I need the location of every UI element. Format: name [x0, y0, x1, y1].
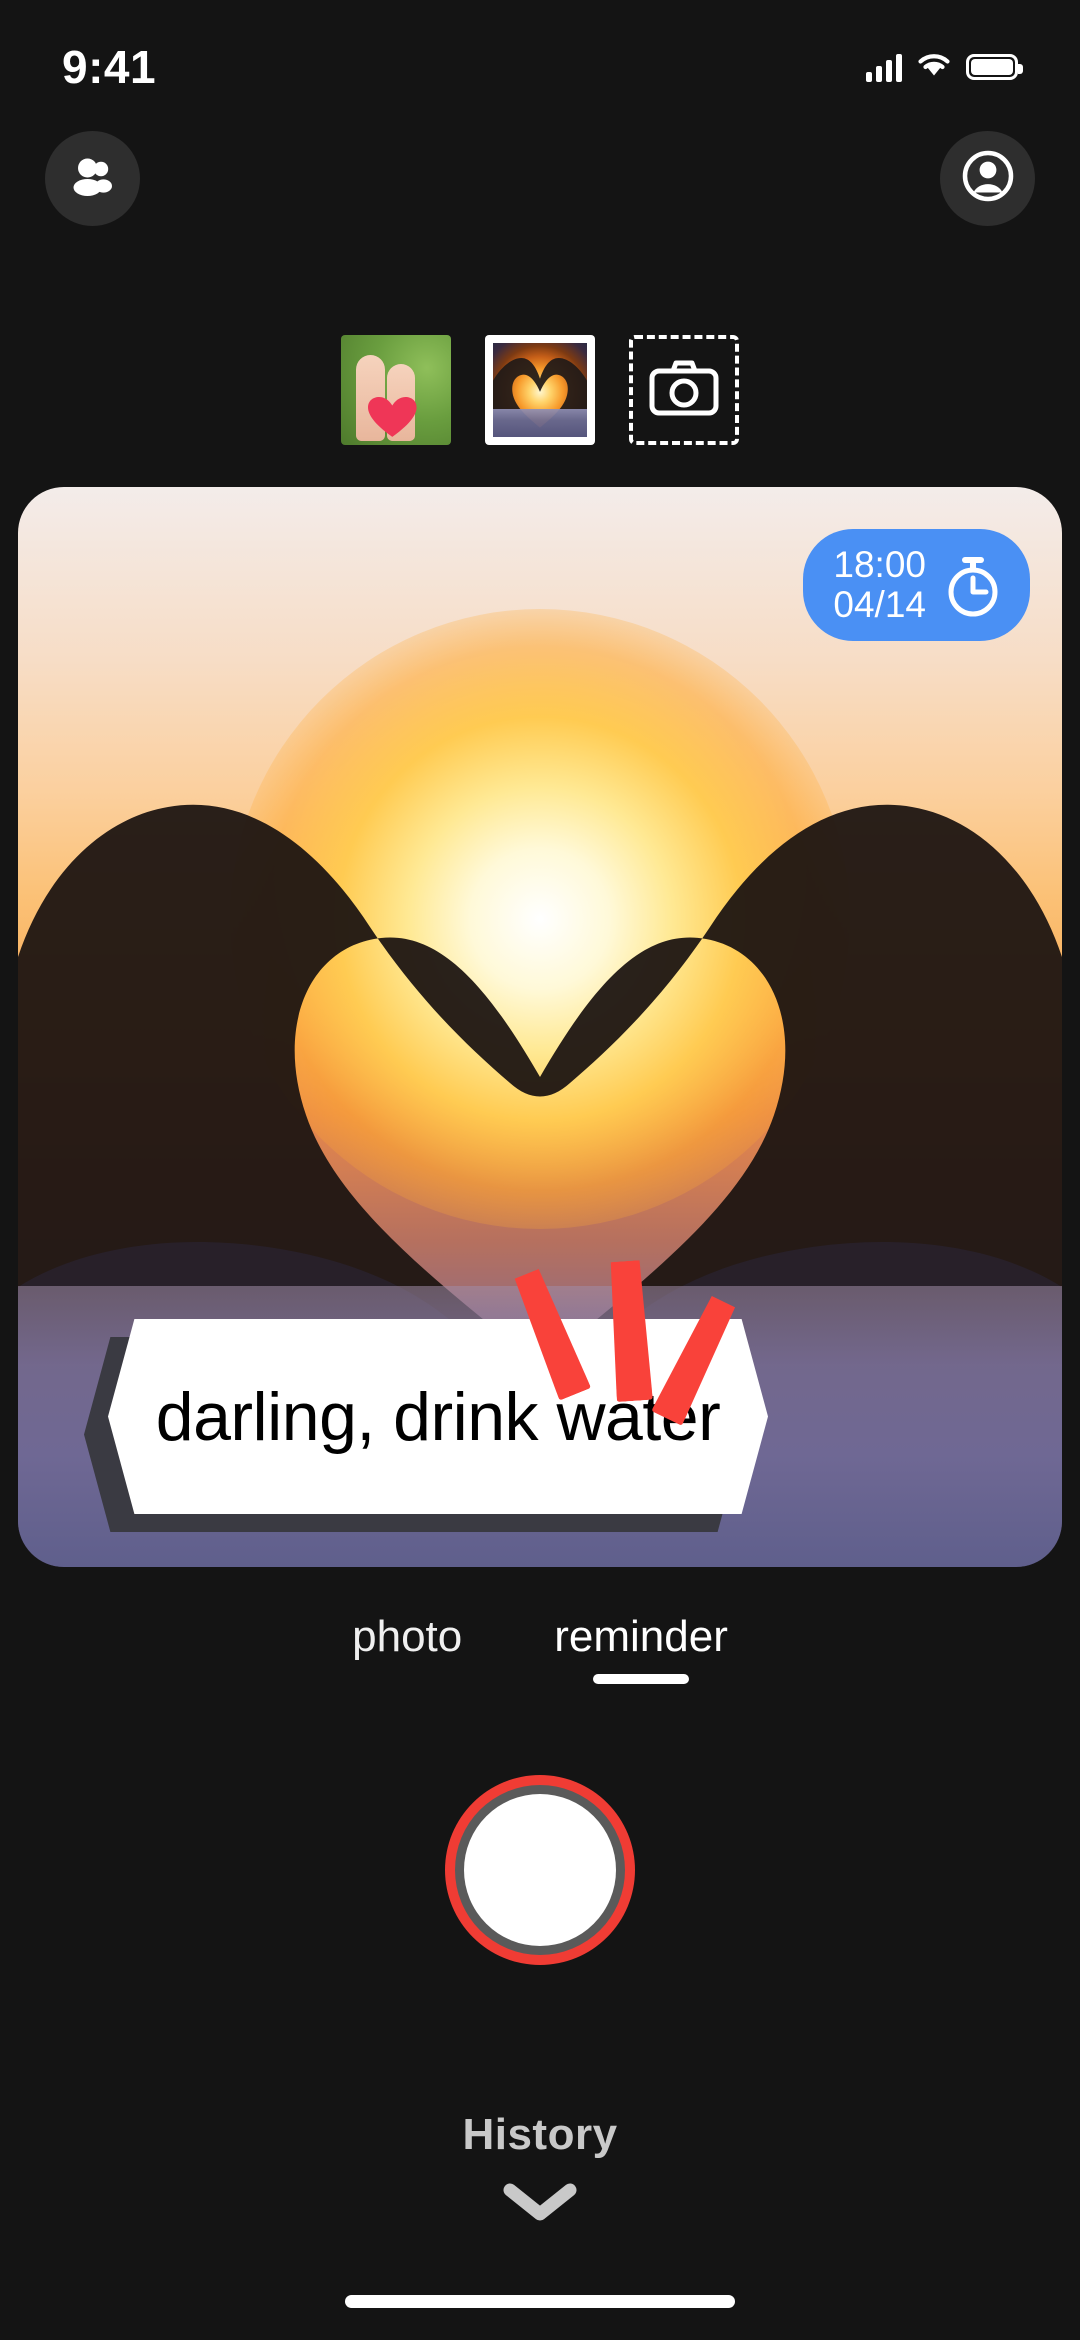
- thumbnail-fingers-heart[interactable]: [341, 335, 451, 445]
- battery-full-icon: [966, 54, 1023, 80]
- cellular-signal-icon: [866, 52, 902, 82]
- timer-datetime: 18:00 04/14: [833, 545, 926, 625]
- tab-reminder[interactable]: reminder: [554, 1612, 728, 1684]
- camera-capture-button[interactable]: [629, 335, 739, 445]
- water-reflection: [493, 408, 587, 437]
- people-icon: [66, 149, 120, 208]
- history-label: History: [462, 2110, 618, 2159]
- thumbnail-strip: [0, 330, 1080, 450]
- status-bar-time: 9:41: [62, 41, 157, 93]
- reminder-timer-badge[interactable]: 18:00 04/14: [803, 529, 1030, 641]
- chevron-down-icon: [502, 2182, 578, 2222]
- mode-tabs: photo reminder: [0, 1612, 1080, 1684]
- history-button[interactable]: History: [0, 2110, 1080, 2222]
- account-circle-icon: [959, 147, 1017, 210]
- emphasis-strokes-icon: [516, 1259, 746, 1419]
- timer-date: 04/14: [833, 583, 926, 625]
- top-bar: [0, 118, 1080, 238]
- thumbnail-sunset-hands-heart[interactable]: [485, 335, 595, 445]
- tab-photo-label: photo: [352, 1612, 463, 1661]
- shutter-button[interactable]: [445, 1775, 635, 1965]
- photo-preview-card[interactable]: 18:00 04/14 darling, drink water: [18, 487, 1062, 1567]
- heart-icon: [367, 396, 418, 438]
- shutter-inner: [464, 1794, 616, 1946]
- timer-icon: [942, 552, 1004, 618]
- tab-reminder-label: reminder: [554, 1612, 728, 1661]
- home-indicator[interactable]: [345, 2295, 735, 2308]
- reminder-banner[interactable]: darling, drink water: [56, 1319, 768, 1532]
- tab-photo[interactable]: photo: [352, 1612, 462, 1684]
- shutter-mid-ring: [455, 1785, 625, 1955]
- timer-time: 18:00: [833, 544, 926, 585]
- camera-icon: [648, 358, 720, 423]
- tab-active-indicator: [593, 1674, 690, 1684]
- friends-button[interactable]: [45, 130, 140, 226]
- status-bar-indicators: [866, 51, 1023, 84]
- wifi-icon: [916, 51, 952, 84]
- app-screen: 9:41 18:00 04/14 darling, drink water ph…: [0, 0, 1080, 2340]
- status-bar: 9:41: [0, 0, 1080, 120]
- account-button[interactable]: [940, 130, 1035, 226]
